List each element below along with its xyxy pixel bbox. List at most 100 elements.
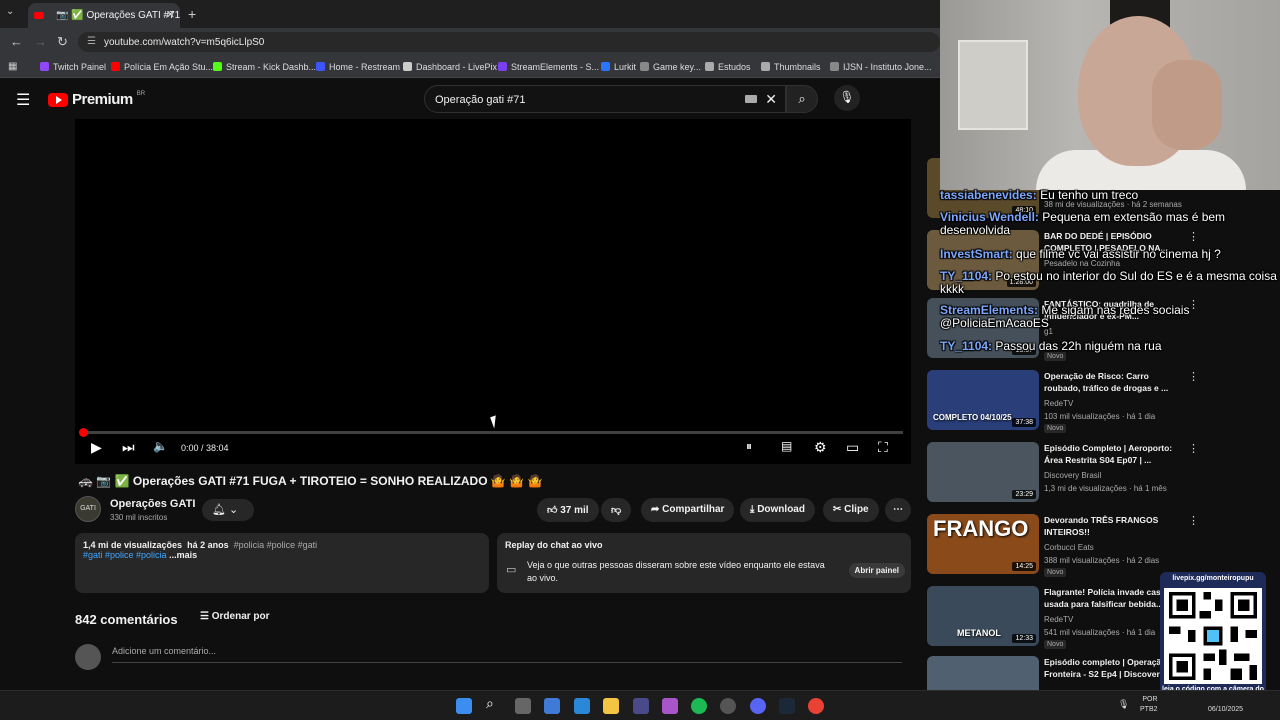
bookmark-item[interactable]: Lurkit	[601, 62, 636, 72]
microphone-tray-icon[interactable]: 🎙	[1118, 699, 1129, 709]
bookmark-favicon-icon	[40, 62, 49, 71]
chrome-icon[interactable]	[808, 698, 824, 714]
language-indicator[interactable]: POR PTB2	[1140, 695, 1158, 715]
video-thumbnail[interactable]: METANOL 12:33	[927, 586, 1039, 646]
play-icon[interactable]: ▶	[91, 439, 102, 456]
channel-name[interactable]: RedeTV	[1044, 399, 1073, 408]
url-bar[interactable]: ☰ youtube.com/watch?v=m5q6icLlpS0	[78, 32, 940, 52]
video-title[interactable]: Devorando TRÊS FRANGOS INTEIROS!!	[1044, 514, 1184, 538]
description-box[interactable]: 1,4 mi de visualizações há 2 anos #polic…	[75, 533, 489, 593]
task-view-icon[interactable]	[515, 698, 531, 714]
thumbnail-caption: COMPLETO 04/10/25	[933, 413, 1012, 422]
video-player[interactable]: ▶ ⏭ 🔈 0:00 / 38:04 ⏸ ▤ ⚙ ▭ ⛶	[75, 119, 911, 464]
voice-search-button[interactable]: 🎙	[834, 85, 860, 111]
search-icon[interactable]: ⌕	[486, 695, 502, 711]
bookmark-item[interactable]: Twitch Painel	[40, 62, 106, 72]
windows-start-icon[interactable]	[456, 698, 472, 714]
clip-button[interactable]: ✂ Clipe	[823, 498, 879, 522]
bookmark-favicon-icon	[498, 62, 507, 71]
bookmark-item[interactable]: StreamElements - S...	[498, 62, 599, 72]
recommendation-card[interactable]: 23:29 Episódio Completo | Aeroporto: Áre…	[927, 442, 1272, 508]
like-button[interactable]: 👍︎ 37 mil	[537, 498, 599, 522]
clear-search-icon[interactable]: ✕	[765, 91, 777, 108]
channel-name[interactable]: Corbucci Eats	[1044, 543, 1094, 552]
share-button[interactable]: ➦ Compartilhar	[641, 498, 735, 522]
new-tab-icon[interactable]: +	[188, 6, 196, 22]
bookmark-item[interactable]: Stream - Kick Dashb...	[213, 62, 316, 72]
search-input[interactable]: Operação gati #71 ✕	[424, 85, 786, 113]
hashtags-top[interactable]: #policia #police #gati	[234, 540, 318, 550]
video-meta: 388 mil visualizações · há 2 dias	[1044, 556, 1160, 565]
bookmark-item[interactable]: Dashboard - LivePix	[403, 62, 497, 72]
settings-gear-icon[interactable]: ⚙	[814, 439, 827, 456]
bookmark-item[interactable]: IJSN - Instituto Jone...	[830, 62, 932, 72]
keyboard-icon[interactable]	[745, 95, 757, 103]
webcam-shelf	[958, 40, 1028, 130]
youtube-logo[interactable]: Premium BR	[48, 91, 145, 108]
notification-bell-button[interactable]: 🔔︎ ⌄	[202, 499, 254, 521]
discord-icon[interactable]	[750, 698, 766, 714]
more-options-icon[interactable]: ⋮	[1188, 442, 1199, 455]
more-actions-button[interactable]: ⋯	[885, 498, 911, 522]
recommendation-card[interactable]: COMPLETO 04/10/25 37:38 Operação de Risco…	[927, 370, 1272, 436]
obs-icon[interactable]	[633, 698, 649, 714]
autoplay-toggle[interactable]: ⏸	[746, 439, 752, 454]
progress-bar[interactable]	[79, 428, 903, 437]
view-count: 1,4 mi de visualizações	[83, 540, 183, 550]
bell-icon: 🔔︎ ⌄	[212, 504, 239, 516]
theater-mode-icon[interactable]: ▭	[846, 439, 859, 456]
bookmark-item[interactable]: Home - Restream	[316, 62, 400, 72]
spotify-icon[interactable]	[691, 698, 707, 714]
download-button[interactable]: ⤓ Download	[740, 498, 815, 522]
close-tab-icon[interactable]: ✕	[166, 8, 175, 21]
show-more-link[interactable]: ...mais	[169, 550, 197, 560]
channel-name[interactable]: RedeTV	[1044, 615, 1073, 624]
back-icon[interactable]: ←	[10, 34, 23, 49]
reload-icon[interactable]: ↻	[57, 34, 68, 50]
video-title[interactable]: Operação de Risco: Carro roubado, tráfic…	[1044, 370, 1184, 394]
video-meta: 1,3 mi de visualizações · há 1 mês	[1044, 484, 1167, 493]
video-thumbnail[interactable]: COMPLETO 04/10/25 37:38	[927, 370, 1039, 430]
forward-icon[interactable]: →	[34, 34, 47, 49]
add-comment-input[interactable]: Adicione um comentário...	[112, 646, 902, 663]
replay-title: Replay do chat ao vivo	[505, 540, 603, 550]
app-icon[interactable]	[662, 698, 678, 714]
youtube-header: ☰ Premium BR Operação gati #71 ✕ ⌕ 🎙	[0, 78, 940, 120]
bookmark-item[interactable]: Polícia Em Ação Stu...	[111, 62, 213, 72]
site-info-icon[interactable]: ☰	[87, 36, 96, 47]
hashtags-links[interactable]: #gati #police #policia	[83, 550, 167, 560]
channel-name[interactable]: Discovery Brasil	[1044, 471, 1101, 480]
fullscreen-icon[interactable]: ⛶	[878, 439, 888, 456]
bookmark-favicon-icon	[111, 62, 120, 71]
tab-search-icon[interactable]: ⌄	[6, 6, 14, 17]
video-thumbnail[interactable]: FRANGO 14:25	[927, 514, 1039, 574]
next-icon[interactable]: ⏭	[122, 439, 135, 456]
open-panel-button[interactable]: Abrir painel	[848, 563, 905, 578]
bookmark-folder[interactable]: Estudos	[705, 62, 751, 72]
photos-icon[interactable]	[574, 698, 590, 714]
clock-date[interactable]: 06/10/2025	[1208, 705, 1243, 715]
recommendation-card[interactable]: FRANGO 14:25 Devorando TRÊS FRANGOS INTEI…	[927, 514, 1272, 580]
settings-icon[interactable]	[544, 698, 560, 714]
bookmark-item[interactable]: Game key...	[640, 62, 701, 72]
dislike-button[interactable]: 👎︎	[601, 498, 632, 522]
search-button[interactable]: ⌕	[786, 85, 818, 113]
steam-icon[interactable]	[779, 698, 795, 714]
video-thumbnail[interactable]: 23:29	[927, 442, 1039, 502]
menu-icon[interactable]: ☰	[16, 90, 30, 110]
channel-avatar[interactable]: GATI	[75, 496, 101, 522]
bookmark-folder[interactable]: Thumbnails	[761, 62, 821, 72]
scrubber-handle[interactable]	[79, 428, 88, 437]
video-title[interactable]: Episódio Completo | Aeroporto: Área Rest…	[1044, 442, 1184, 466]
browser-tab[interactable]: 📷 ✅ Operações GATI #71 F ✕	[28, 3, 180, 28]
channel-name[interactable]: Operações GATI	[110, 498, 195, 510]
volume-icon[interactable]: 🔈	[153, 439, 168, 453]
more-options-icon[interactable]: ⋮	[1188, 370, 1199, 383]
subtitles-icon[interactable]: ▤	[781, 439, 792, 453]
apps-grid-icon[interactable]: ▦	[8, 61, 17, 72]
sort-comments-button[interactable]: ☰ Ordenar por	[200, 611, 270, 622]
more-options-icon[interactable]: ⋮	[1188, 514, 1199, 527]
windows-taskbar: ⌕ 🎙 POR PTB2 06/10/2025	[0, 690, 1280, 720]
app-icon[interactable]	[720, 698, 736, 714]
file-explorer-icon[interactable]	[603, 698, 619, 714]
